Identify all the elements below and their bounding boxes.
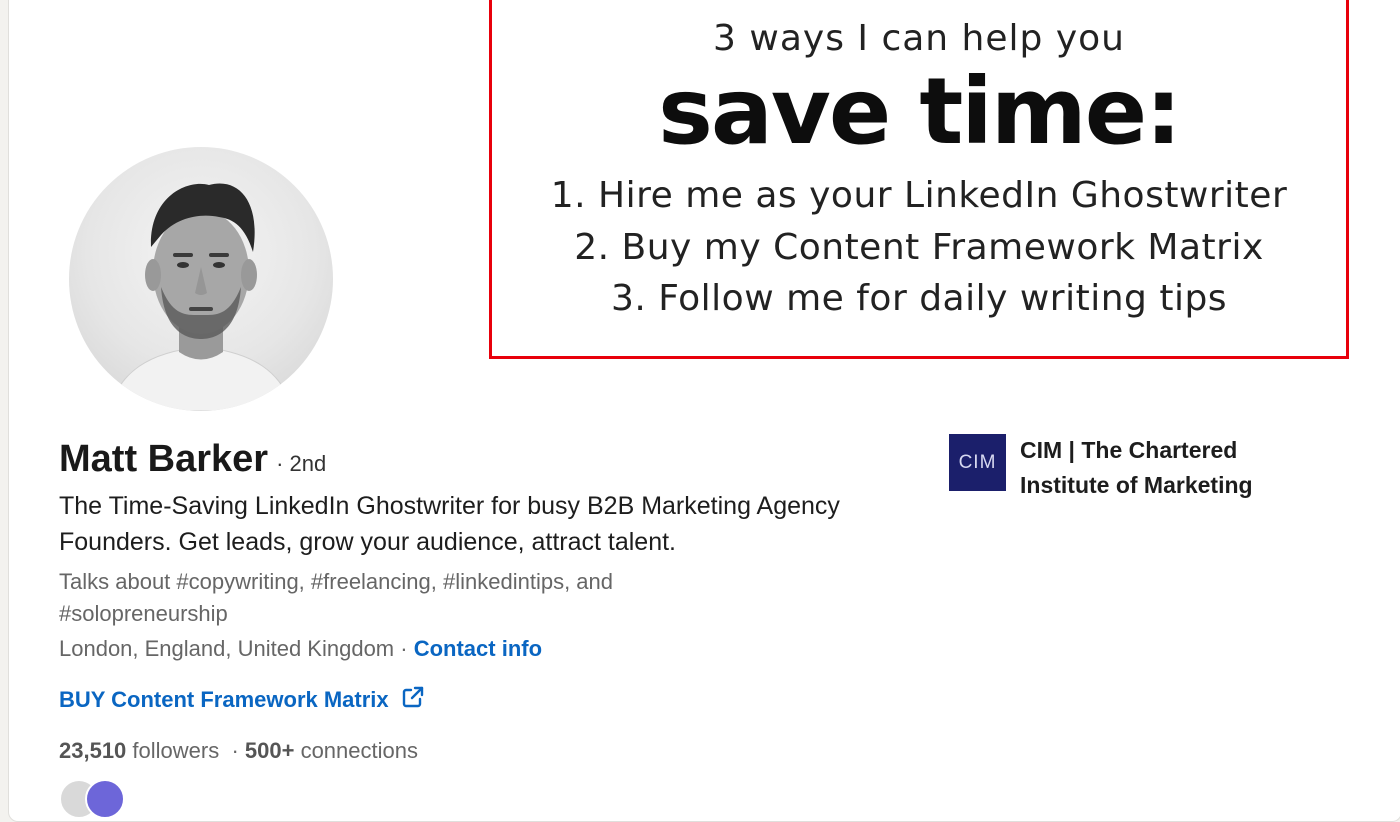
connections-label: connections [294, 738, 418, 763]
connections-count: 500+ [244, 738, 295, 763]
followers-link[interactable]: 23,510 followers [59, 738, 219, 763]
followers-label: followers [126, 738, 220, 763]
company-logo: CIM [949, 434, 1006, 491]
connection-degree: · 2nd [276, 451, 327, 476]
banner-intro: 3 ways I can help you [713, 18, 1125, 59]
banner-item-1: 1. Hire me as your LinkedIn Ghostwriter [550, 175, 1288, 216]
stats-row: 23,510 followers · 500+ connections [59, 738, 418, 764]
profile-location: London, England, United Kingdom [59, 636, 395, 661]
banner-headline: save time: [658, 58, 1182, 165]
contact-info-link[interactable]: Contact info [414, 636, 542, 661]
name-row: Matt Barker · 2nd [59, 438, 326, 481]
external-link-icon[interactable] [401, 685, 425, 714]
talks-about: Talks about #copywriting, #freelancing, … [59, 569, 613, 626]
stats-separator: · [219, 738, 245, 763]
banner-callout: 3 ways I can help you save time: 1. Hire… [489, 0, 1349, 359]
location-separator: · [394, 636, 414, 661]
mutual-connections-avatars[interactable] [59, 779, 139, 819]
profile-photo[interactable] [65, 143, 337, 415]
profile-card: 3 ways I can help you save time: 1. Hire… [8, 0, 1400, 822]
current-company[interactable]: CIM CIM | The Chartered Institute of Mar… [949, 434, 1320, 503]
followers-count: 23,510 [59, 738, 127, 763]
location-row: London, England, United Kingdom · Contac… [59, 636, 542, 662]
banner-item-2: 2. Buy my Content Framework Matrix [574, 227, 1264, 268]
mutual-avatar [85, 779, 125, 819]
company-name: CIM | The Chartered Institute of Marketi… [1020, 437, 1253, 498]
banner-item-3: 3. Follow me for daily writing tips [610, 278, 1228, 319]
profile-name: Matt Barker [59, 438, 269, 480]
profile-headline: The Time-Saving LinkedIn Ghostwriter for… [59, 492, 840, 556]
website-link-label[interactable]: BUY Content Framework Matrix [59, 687, 389, 713]
connections-link[interactable]: 500+ connections [245, 738, 418, 763]
profile-photo-illustration [108, 183, 294, 411]
website-link[interactable]: BUY Content Framework Matrix [59, 685, 425, 714]
